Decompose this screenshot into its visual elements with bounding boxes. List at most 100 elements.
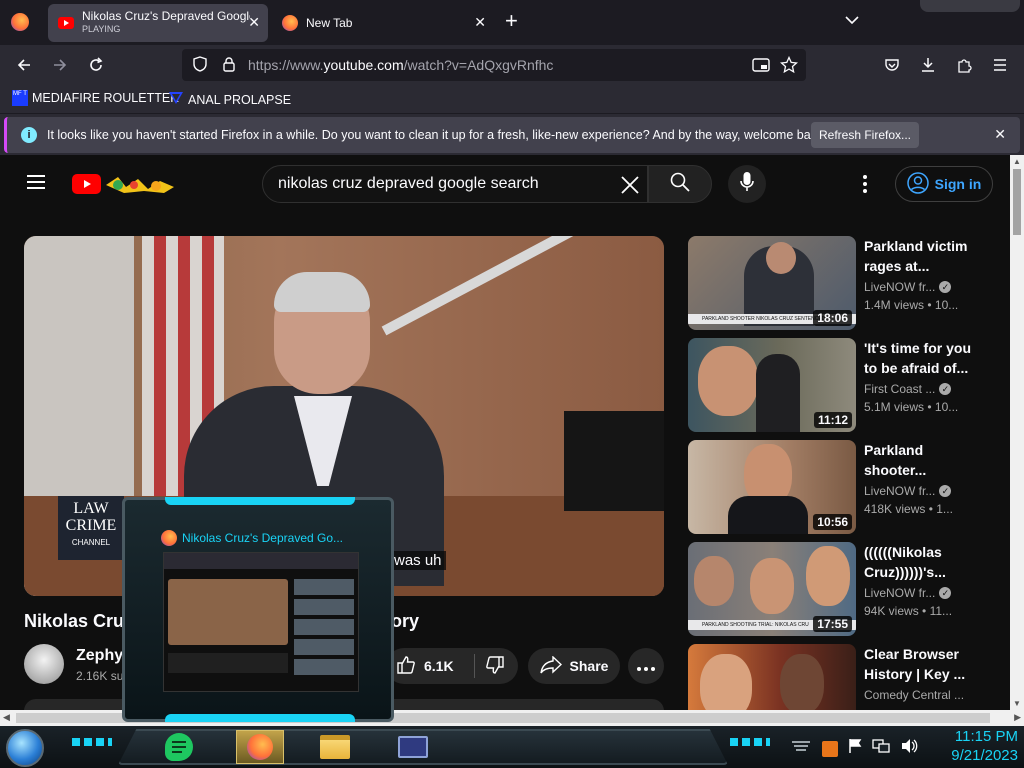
bookmark-mediafire[interactable]: MF T MEDIAFIRE ROULETTER (12, 90, 179, 106)
more-options-icon[interactable] (862, 174, 868, 199)
sticky-notes-icon[interactable] (162, 730, 196, 764)
video-thumbnail[interactable]: 11:12 (688, 338, 856, 432)
recommended-title[interactable]: ((((((Nikolas Cruz))))))'s... (864, 542, 974, 582)
bookmark-star-icon[interactable] (779, 55, 799, 77)
recommended-title[interactable]: Clear Browser History | Key ... (864, 644, 974, 684)
url-path: /watch?v=AdQxgvRnfhc (403, 57, 554, 73)
channel-avatar[interactable] (24, 644, 64, 684)
tab-youtube[interactable]: Nikolas Cruz's Depraved Google PLAYING ✕ (48, 4, 268, 42)
picture-in-picture-icon[interactable] (752, 57, 770, 76)
cyan-accent-left (72, 738, 112, 746)
hamburger-menu-icon[interactable] (988, 53, 1012, 77)
thumbnail-face (766, 242, 796, 274)
monitor (564, 411, 664, 511)
recommended-meta: 5.1M views • 10... (864, 400, 958, 414)
search-input[interactable]: nikolas cruz depraved google search (262, 165, 648, 203)
notification-text: It looks like you haven't started Firefo… (47, 128, 827, 142)
shield-icon[interactable] (192, 55, 208, 75)
youtube-logo[interactable] (72, 172, 176, 196)
new-tab-plus-icon[interactable]: + (505, 9, 518, 33)
scrollbar-thumb[interactable] (1013, 169, 1021, 235)
account-icon (906, 171, 929, 197)
view-count: 5.1M views (864, 400, 925, 414)
youtube-play-icon (72, 174, 101, 194)
thumbs-up-icon (396, 655, 416, 678)
downloads-icon[interactable] (916, 53, 940, 77)
recommended-title[interactable]: 'It's time for you to be afraid of... (864, 338, 974, 378)
like-button[interactable]: 6.1K (386, 655, 474, 678)
url-domain: youtube.com (323, 57, 404, 73)
recommended-video[interactable]: 11:12 'It's time for you to be afraid of… (688, 338, 1008, 432)
taskbar: 11:15 PM 9/21/2023 (0, 726, 1024, 768)
start-orb-button[interactable] (6, 729, 44, 767)
clear-search-icon[interactable] (619, 174, 641, 201)
sign-in-button[interactable]: Sign in (895, 166, 993, 202)
video-thumbnail[interactable]: 10:56 (688, 440, 856, 534)
info-icon: i (21, 127, 37, 143)
scroll-right-arrow-icon[interactable]: ▶ (1014, 712, 1021, 723)
notification-box: i It looks like you haven't started Fire… (4, 117, 1020, 153)
recommended-video[interactable]: PARKLAND SHOOTING TRIAL: NIKOLAS CRU 17:… (688, 542, 1008, 636)
close-tab-icon[interactable]: ✕ (248, 14, 260, 31)
recommended-title[interactable]: Parkland victim rages at... (864, 236, 974, 276)
refresh-firefox-button[interactable]: Refresh Firefox... (811, 122, 919, 148)
thumbnail-face (694, 556, 734, 606)
thumbs-down-icon[interactable] (475, 655, 505, 678)
recommended-video[interactable]: 10:56 Parkland shooter... LiveNOW fr... ✓… (688, 440, 1008, 534)
file-explorer-icon[interactable] (318, 730, 352, 764)
preview-frame-bottom (165, 714, 355, 722)
thumbnail-face (698, 346, 758, 416)
volume-icon[interactable] (900, 738, 918, 759)
more-horizontal-icon (637, 658, 655, 674)
scroll-up-arrow-icon[interactable]: ▲ (1013, 157, 1021, 166)
url-bar[interactable]: https://www.youtube.com/watch?v=AdQxgvRn… (182, 49, 806, 81)
lock-icon[interactable] (222, 56, 236, 75)
recommended-video[interactable]: Clear Browser History | Key ... Comedy C… (688, 644, 1008, 710)
bookmarks-toolbar: MF T MEDIAFIRE ROULETTER ANAL PROLAPSE (0, 85, 1024, 113)
window-top-decoration (920, 0, 1020, 12)
extensions-icon[interactable] (952, 53, 976, 77)
video-duration: 11:12 (813, 412, 852, 428)
firefox-taskbar-icon[interactable] (236, 730, 284, 764)
thumbnail-face (780, 654, 824, 710)
preview-thumbnail[interactable] (163, 552, 359, 692)
network-icon[interactable] (872, 739, 890, 758)
microphone-icon (740, 171, 754, 197)
bookmark-anal-prolapse[interactable]: ANAL PROLAPSE (168, 90, 291, 109)
video-thumbnail[interactable]: PARKLAND SHOOTER NIKOLAS CRUZ SENTENCED … (688, 236, 856, 330)
video-thumbnail[interactable] (688, 644, 856, 710)
close-notification-icon[interactable]: ✕ (994, 126, 1006, 143)
taskbar-preview-window[interactable]: Nikolas Cruz's Depraved Go... (122, 497, 394, 722)
system-clock[interactable]: 11:15 PM 9/21/2023 (951, 727, 1018, 765)
caption-text: was uh (390, 551, 446, 570)
share-button[interactable]: Share (528, 648, 620, 684)
video-title: Nikolas Cruz ory (24, 611, 419, 632)
show-hidden-icons-icon[interactable] (790, 739, 812, 758)
tab-new-tab[interactable]: New Tab ✕ (272, 4, 494, 42)
bookmark-label: MEDIAFIRE ROULETTER (32, 91, 180, 105)
video-title-start: Nikolas Cruz (24, 611, 134, 631)
channel-label: LiveNOW fr... (864, 280, 936, 294)
forward-arrow-icon[interactable] (48, 53, 72, 77)
recommended-title[interactable]: Parkland shooter... (864, 440, 974, 480)
voice-search-button[interactable] (728, 165, 766, 203)
hamburger-menu-icon[interactable] (26, 174, 46, 195)
more-actions-button[interactable] (628, 648, 664, 684)
reload-icon[interactable] (84, 53, 108, 77)
chevron-down-icon[interactable] (845, 12, 859, 30)
back-arrow-icon[interactable] (12, 53, 36, 77)
scroll-left-arrow-icon[interactable]: ◀ (3, 712, 10, 723)
verified-check-icon: ✓ (939, 383, 952, 395)
youtube-favicon-icon (58, 17, 74, 29)
app-tray-icon[interactable] (822, 740, 838, 757)
video-thumbnail[interactable]: PARKLAND SHOOTING TRIAL: NIKOLAS CRU 17:… (688, 542, 856, 636)
recommended-video[interactable]: PARKLAND SHOOTER NIKOLAS CRUZ SENTENCED … (688, 236, 1008, 330)
action-center-flag-icon[interactable] (848, 738, 862, 759)
close-tab-icon[interactable]: ✕ (474, 14, 486, 31)
firefox-view-icon[interactable] (11, 13, 29, 31)
control-panel-icon[interactable] (396, 730, 430, 764)
vertical-scrollbar[interactable]: ▲ ▼ (1010, 155, 1024, 710)
search-button[interactable] (648, 165, 712, 203)
pocket-icon[interactable] (880, 53, 904, 77)
scroll-down-arrow-icon[interactable]: ▼ (1013, 699, 1021, 708)
